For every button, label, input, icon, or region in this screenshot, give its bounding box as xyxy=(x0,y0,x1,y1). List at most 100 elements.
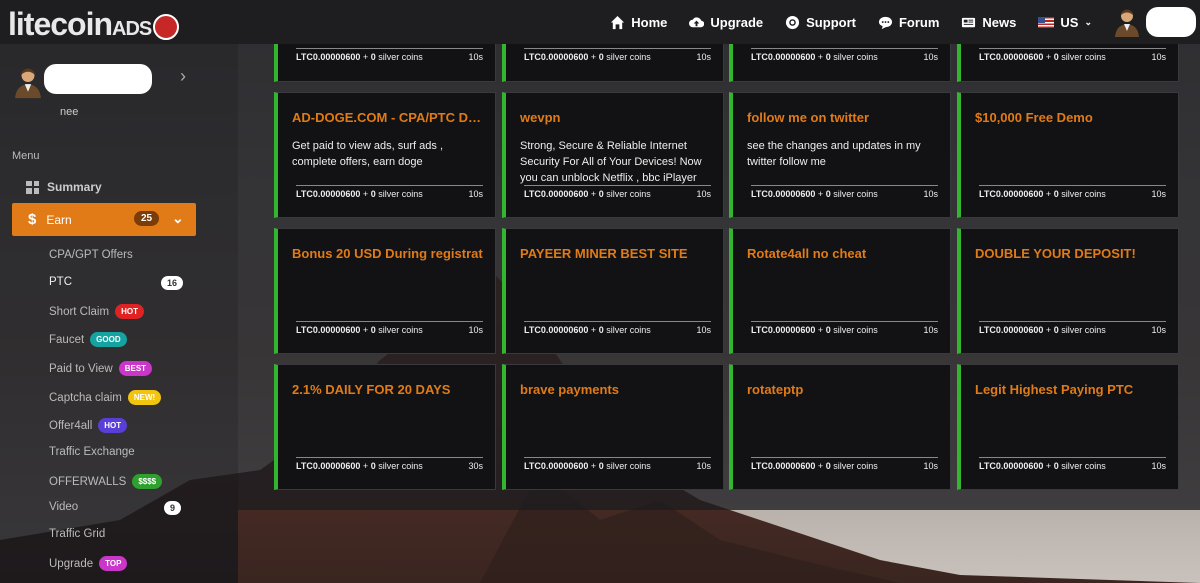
sidebar-item-short-claim[interactable]: Short Claim HOT xyxy=(49,304,144,319)
nav-home[interactable]: Home xyxy=(610,15,667,30)
reward-text: LTC0.00000600 + 0 silver coins xyxy=(296,189,423,199)
ad-title[interactable]: follow me on twitter xyxy=(747,110,943,125)
reward-plus: + xyxy=(590,52,597,62)
ptc-ad-card[interactable]: DOUBLE YOUR DEPOSIT! LTC0.00000600 + 0 si… xyxy=(957,228,1179,354)
sidebar-item-label: Paid to View xyxy=(49,362,113,375)
ad-duration: 10s xyxy=(1151,325,1166,335)
reward-coins: 0 xyxy=(1053,461,1059,471)
ad-duration: 10s xyxy=(696,325,711,335)
ad-title[interactable]: wevpn xyxy=(520,110,716,125)
menu-heading: Menu xyxy=(12,150,40,162)
ptc-ad-card[interactable]: wevpn Strong, Secure & Reliable Internet … xyxy=(502,92,724,218)
reward-text: LTC0.00000600 + 0 silver coins xyxy=(296,461,423,471)
ad-title[interactable]: AD-DOGE.COM - CPA/PTC DO... xyxy=(292,110,488,125)
locale-selector[interactable]: US ⌄ xyxy=(1038,15,1092,30)
reward-text: LTC0.00000600 + 0 silver coins xyxy=(524,189,651,199)
ptc-ad-card[interactable]: AD-DOGE.COM - CPA/PTC DO... Get paid to v… xyxy=(274,92,496,218)
reward-coins: 0 xyxy=(1053,189,1059,199)
reward-coins: 0 xyxy=(370,461,376,471)
ad-reward-footer: LTC0.00000600 + 0 silver coins 10s xyxy=(979,457,1166,471)
ad-title[interactable]: rotateptp xyxy=(747,382,943,397)
nav-support[interactable]: Support xyxy=(785,15,856,30)
ptc-ad-card[interactable]: follow me on twitter see the changes and … xyxy=(729,92,951,218)
reward-amount: LTC0.00000600 xyxy=(979,461,1044,471)
ad-duration: 10s xyxy=(923,52,938,62)
hot-badge: HOT xyxy=(98,418,128,433)
ad-reward-footer: LTC0.00000600 + 0 silver coins 10s xyxy=(524,457,711,471)
sidebar-item-paid-to-view[interactable]: Paid to View BEST xyxy=(49,361,153,376)
ad-reward-footer: LTC0.00000600 + 0 silver coins 10s xyxy=(751,48,938,62)
ptc-count-badge: 16 xyxy=(161,276,184,290)
sidebar-item-offerwalls[interactable]: OFFERWALLS $$$$ xyxy=(49,474,163,489)
sidebar-profile[interactable]: nee xyxy=(14,64,152,118)
reward-amount: LTC0.00000600 xyxy=(979,325,1044,335)
chevron-right-icon[interactable]: › xyxy=(180,66,186,87)
reward-amount: LTC0.00000600 xyxy=(296,461,361,471)
ad-duration: 10s xyxy=(696,461,711,471)
sidebar-item-traffic-grid[interactable]: Traffic Grid xyxy=(49,528,105,540)
nav-news[interactable]: News xyxy=(961,15,1016,30)
reward-coins: 0 xyxy=(370,325,376,335)
sidebar-item-offer4all[interactable]: Offer4all HOT xyxy=(49,418,128,433)
ad-duration: 10s xyxy=(923,325,938,335)
reward-coins-label: silver coins xyxy=(378,461,423,471)
sidebar-item-video[interactable]: Video xyxy=(49,501,78,513)
site-logo[interactable]: litecoinADS xyxy=(8,6,180,43)
reward-text: LTC0.00000600 + 0 silver coins xyxy=(751,461,878,471)
reward-plus: + xyxy=(590,189,597,199)
sidebar-item-faucet[interactable]: Faucet GOOD xyxy=(49,332,127,347)
ptc-ad-card[interactable]: $10,000 Free Demo LTC0.00000600 + 0 silve… xyxy=(957,92,1179,218)
sidebar-item-captcha-claim[interactable]: Captcha claim NEW! xyxy=(49,390,162,405)
ptc-ad-card[interactable]: Bonus 20 USD During registrat LTC0.000006… xyxy=(274,228,496,354)
ptc-ad-card[interactable]: brave payments LTC0.00000600 + 0 silver c… xyxy=(502,364,724,490)
ad-title[interactable]: 2.1% DAILY FOR 20 DAYS xyxy=(292,382,488,397)
sidebar-item-label: OFFERWALLS xyxy=(49,475,127,488)
reward-amount: LTC0.00000600 xyxy=(751,461,816,471)
ad-title[interactable]: Rotate4all no cheat xyxy=(747,246,943,261)
ad-description: Strong, Secure & Reliable Internet Secur… xyxy=(520,140,702,184)
ad-title[interactable]: $10,000 Free Demo xyxy=(975,110,1171,125)
nav-forum[interactable]: Forum xyxy=(878,15,939,30)
reward-coins-label: silver coins xyxy=(378,52,423,62)
sidebar-item-label: Captcha claim xyxy=(49,391,122,404)
ad-description xyxy=(292,274,488,322)
reward-plus: + xyxy=(362,325,369,335)
ptc-ad-card[interactable]: Legit Highest Paying PTC LTC0.00000600 + … xyxy=(957,364,1179,490)
reward-coins: 0 xyxy=(370,189,376,199)
reward-plus: + xyxy=(362,461,369,471)
ad-title[interactable]: DOUBLE YOUR DEPOSIT! xyxy=(975,246,1171,261)
top-nav: Home Upgrade Support Forum News US ⌄ xyxy=(610,0,1200,44)
reward-coins: 0 xyxy=(598,461,604,471)
ad-duration: 10s xyxy=(696,52,711,62)
ad-title[interactable]: Bonus 20 USD During registrat xyxy=(292,246,488,261)
ad-duration: 10s xyxy=(468,325,483,335)
sidebar-item-label: Faucet xyxy=(49,333,85,346)
ptc-ad-card[interactable]: rotateptp LTC0.00000600 + 0 silver coins 1… xyxy=(729,364,951,490)
sidebar-item-earn[interactable]: $ Earn 25 ⌄ xyxy=(12,203,196,236)
ad-reward-footer: LTC0.00000600 + 0 silver coins 10s xyxy=(524,48,711,62)
ad-description xyxy=(975,274,1171,322)
ptc-ad-card[interactable]: PAYEER MINER BEST SITE LTC0.00000600 + 0 … xyxy=(502,228,724,354)
reward-text: LTC0.00000600 + 0 silver coins xyxy=(979,52,1106,62)
cloud-upload-icon xyxy=(689,16,705,27)
sidebar-item-traffic-exchange[interactable]: Traffic Exchange xyxy=(49,446,135,458)
sidebar-item-summary[interactable]: Summary xyxy=(26,180,102,194)
nav-upgrade[interactable]: Upgrade xyxy=(689,15,763,30)
sidebar-item-label: Offer4all xyxy=(49,419,93,432)
ad-reward-footer: LTC0.00000600 + 0 silver coins 10s xyxy=(979,185,1166,199)
user-avatar-icon[interactable] xyxy=(1114,7,1140,37)
ptc-ad-card[interactable]: 2.1% DAILY FOR 20 DAYS LTC0.00000600 + 0 … xyxy=(274,364,496,490)
ptc-ad-card[interactable]: Rotate4all no cheat LTC0.00000600 + 0 sil… xyxy=(729,228,951,354)
ad-title[interactable]: brave payments xyxy=(520,382,716,397)
ad-title[interactable]: PAYEER MINER BEST SITE xyxy=(520,246,716,261)
sidebar-item-ptc[interactable]: PTC xyxy=(49,276,72,288)
sidebar-item-upgrade[interactable]: Upgrade TOP xyxy=(49,556,128,571)
ad-title[interactable]: Legit Highest Paying PTC xyxy=(975,382,1171,397)
ad-description xyxy=(292,410,488,458)
ad-description xyxy=(975,138,1171,186)
chevron-down-icon: ⌄ xyxy=(1084,16,1092,27)
ad-duration: 10s xyxy=(923,461,938,471)
reward-text: LTC0.00000600 + 0 silver coins xyxy=(979,461,1106,471)
sidebar-item-cpa-gpt-offers[interactable]: CPA/GPT Offers xyxy=(49,249,133,261)
reward-coins-label: silver coins xyxy=(1061,189,1106,199)
